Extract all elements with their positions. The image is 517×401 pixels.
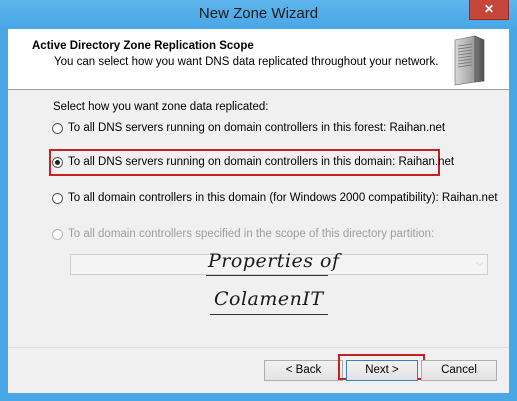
watermark-underline-2 <box>210 314 328 315</box>
close-button[interactable]: ✕ <box>469 0 509 20</box>
radio-domain[interactable] <box>52 156 63 168</box>
page-subtitle: You can select how you want DNS data rep… <box>54 56 439 68</box>
cancel-button[interactable]: Cancel <box>421 360 497 381</box>
chevron-down-icon: ⌵ <box>476 258 483 268</box>
radio-partition <box>52 228 63 240</box>
page-title: Active Directory Zone Replication Scope <box>32 40 254 52</box>
window-frame-bottom <box>0 393 517 401</box>
title-bar[interactable]: New Zone Wizard ✕ <box>0 0 517 29</box>
watermark-text-1: Properties of <box>208 250 340 272</box>
back-button[interactable]: < Back <box>264 360 343 381</box>
option-forest[interactable]: To all DNS servers running on domain con… <box>52 120 445 136</box>
wizard-window: New Zone Wizard ✕ Active Directory Zone … <box>0 0 517 401</box>
option-domain[interactable]: To all DNS servers running on domain con… <box>52 154 454 170</box>
server-icon <box>454 35 485 86</box>
footer-divider <box>8 347 509 348</box>
radio-forest[interactable] <box>52 122 63 134</box>
option-windows2000-label: To all domain controllers in this domain… <box>68 192 498 204</box>
window-frame-left <box>0 29 8 401</box>
option-partition-label: To all domain controllers specified in t… <box>68 228 435 240</box>
option-forest-label: To all DNS servers running on domain con… <box>68 122 446 134</box>
option-partition: To all domain controllers specified in t… <box>52 226 434 242</box>
watermark-text-2: ColamenIT <box>214 288 324 310</box>
wizard-client-area: Active Directory Zone Replication Scope … <box>8 29 509 393</box>
window-frame-right <box>509 29 517 401</box>
option-domain-label: To all DNS servers running on domain con… <box>68 156 455 168</box>
watermark-underline-1 <box>206 275 328 276</box>
replication-prompt: Select how you want zone data replicated… <box>53 101 269 113</box>
wizard-header: Active Directory Zone Replication Scope … <box>8 29 509 90</box>
close-icon: ✕ <box>483 2 495 16</box>
radio-windows2000[interactable] <box>52 192 63 204</box>
option-windows2000[interactable]: To all domain controllers in this domain… <box>52 190 498 206</box>
window-title: New Zone Wizard <box>198 5 319 22</box>
next-button[interactable]: Next > <box>346 360 418 381</box>
